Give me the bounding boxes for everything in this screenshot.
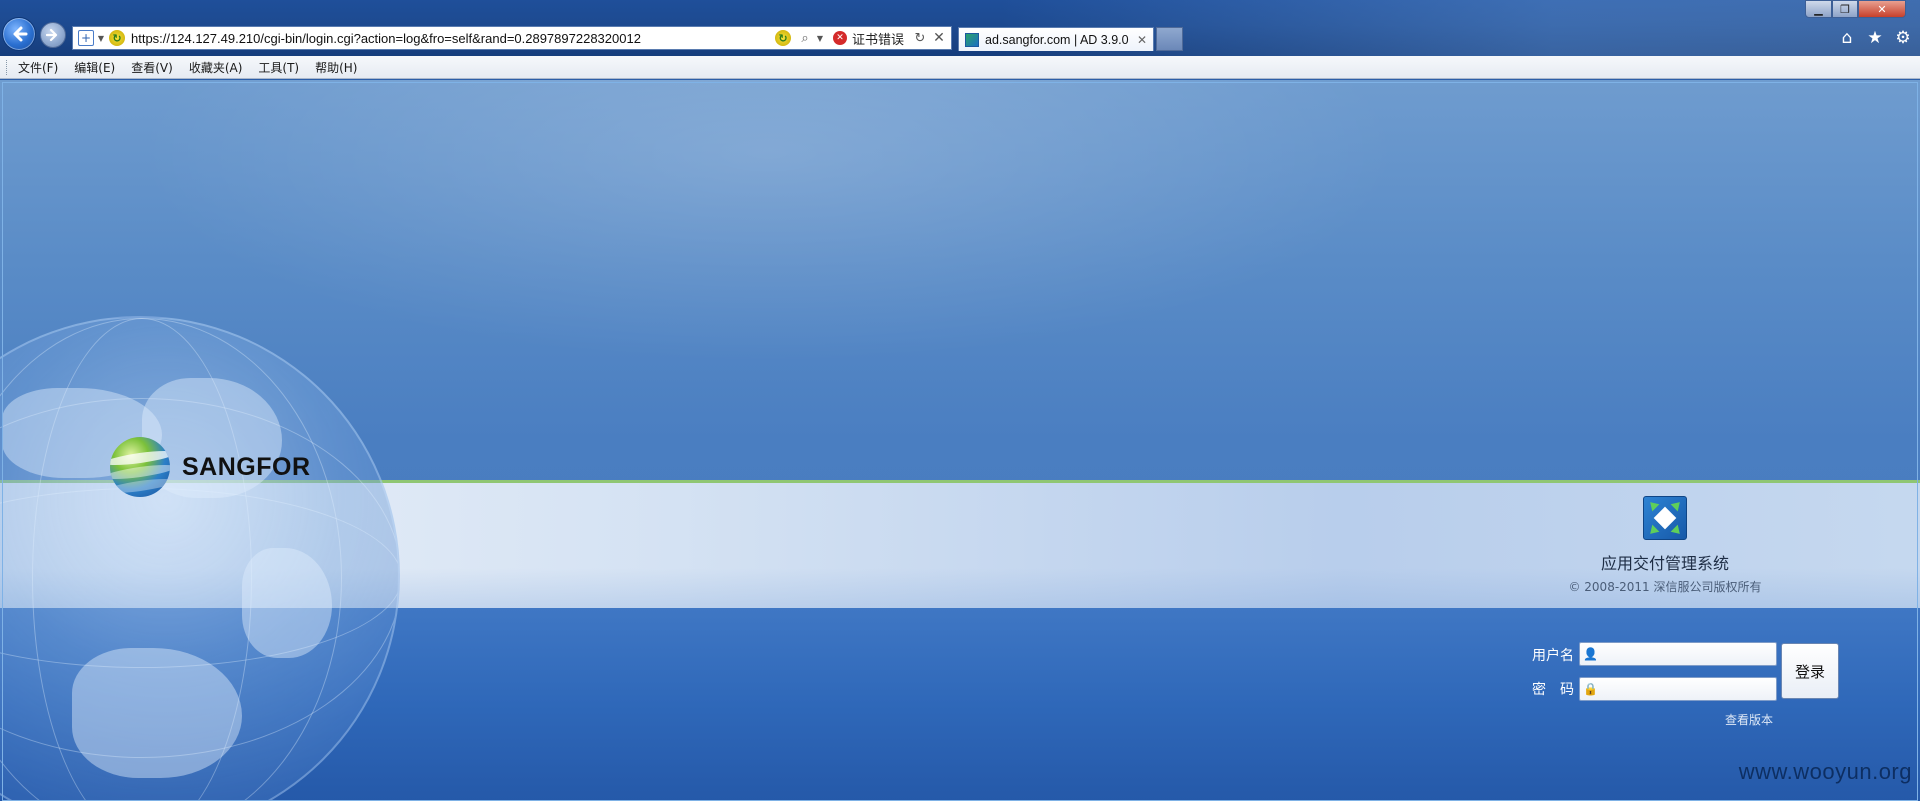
globe-illustration xyxy=(0,316,400,801)
view-version-link[interactable]: 查看版本 xyxy=(1725,711,1773,728)
forward-arrow-icon xyxy=(46,28,58,42)
sangfor-logo: SANGFOR xyxy=(110,437,311,497)
browser-tab-active[interactable]: ad.sangfor.com | AD 3.9.0 ✕ xyxy=(958,27,1154,51)
menu-edit[interactable]: 编辑(E) xyxy=(74,59,115,76)
menu-tools[interactable]: 工具(T) xyxy=(258,59,299,76)
lock-icon: 🔒 xyxy=(1583,682,1598,696)
menu-file[interactable]: 文件(F) xyxy=(18,59,58,76)
copyright-text: © 2008-2011 深信服公司版权所有 xyxy=(1568,580,1762,594)
new-tab-button[interactable] xyxy=(1156,27,1183,51)
logo-globe-icon xyxy=(110,437,170,497)
close-window-button[interactable]: ✕ xyxy=(1858,0,1906,18)
logo-wordmark: SANGFOR xyxy=(182,452,311,481)
product-name: 应用交付管理系统 xyxy=(1600,554,1729,573)
window-controls: ▁ ❐ ✕ xyxy=(1805,0,1906,18)
menu-bar: 文件(F) 编辑(E) 查看(V) 收藏夹(A) 工具(T) 帮助(H) xyxy=(0,56,1920,79)
url-input[interactable] xyxy=(131,28,775,48)
menu-help[interactable]: 帮助(H) xyxy=(315,59,357,76)
maximize-button[interactable]: ❐ xyxy=(1832,0,1858,18)
back-arrow-icon xyxy=(13,26,28,42)
browser-toolbar-icons: ⌂ ★ ⚙ xyxy=(1838,28,1912,48)
browser-titlebar: + ▼ ↻ ↻ ⌕ ▼ ✕ 证书错误 ↻ ✕ ad.sangfor.com | … xyxy=(0,0,1920,56)
compatibility-view-icon[interactable]: ↻ xyxy=(109,30,125,46)
forward-button[interactable] xyxy=(40,22,66,48)
shield-error-icon: ✕ xyxy=(832,31,847,45)
menu-favorites[interactable]: 收藏夹(A) xyxy=(189,59,243,76)
minimize-button[interactable]: ▁ xyxy=(1805,0,1832,18)
home-icon[interactable]: ⌂ xyxy=(1838,28,1856,48)
username-label: 用户名 xyxy=(1532,648,1574,664)
gear-icon[interactable]: ⚙ xyxy=(1894,28,1912,48)
search-icon[interactable]: ⌕ xyxy=(797,29,813,47)
product-info: 应用交付管理系统 © 2008-2011 深信服公司版权所有 xyxy=(1560,496,1770,595)
tab-title: ad.sangfor.com | AD 3.9.0 xyxy=(985,32,1129,47)
login-button[interactable]: 登录 xyxy=(1781,643,1839,699)
close-icon[interactable]: ✕ xyxy=(1137,33,1147,47)
chevron-down-icon[interactable]: ▼ xyxy=(815,29,825,47)
chevron-down-icon[interactable]: ▼ xyxy=(96,29,106,47)
address-bar: + ▼ ↻ ↻ ⌕ ▼ ✕ 证书错误 ↻ ✕ xyxy=(72,26,952,50)
menu-view[interactable]: 查看(V) xyxy=(131,59,173,76)
certificate-error-indicator[interactable]: ✕ 证书错误 xyxy=(832,29,904,48)
favicon-icon xyxy=(965,32,979,47)
refresh-icon[interactable]: ↻ xyxy=(912,29,928,47)
compatibility-view-icon[interactable]: ↻ xyxy=(774,30,791,46)
watermark: www.wooyun.org xyxy=(1738,759,1912,784)
page-icon[interactable]: + xyxy=(78,30,94,46)
username-input[interactable] xyxy=(1579,642,1777,666)
password-input[interactable] xyxy=(1579,677,1777,701)
password-label: 密 码 xyxy=(1532,682,1574,698)
stop-icon[interactable]: ✕ xyxy=(931,29,947,47)
star-icon[interactable]: ★ xyxy=(1866,28,1884,48)
globe-landmass xyxy=(242,548,332,658)
back-button[interactable] xyxy=(2,17,36,51)
certificate-error-label: 证书错误 xyxy=(851,32,904,48)
expand-arrows-icon xyxy=(1643,496,1687,540)
user-icon: 👤 xyxy=(1583,647,1598,661)
globe-landmass xyxy=(72,648,242,778)
